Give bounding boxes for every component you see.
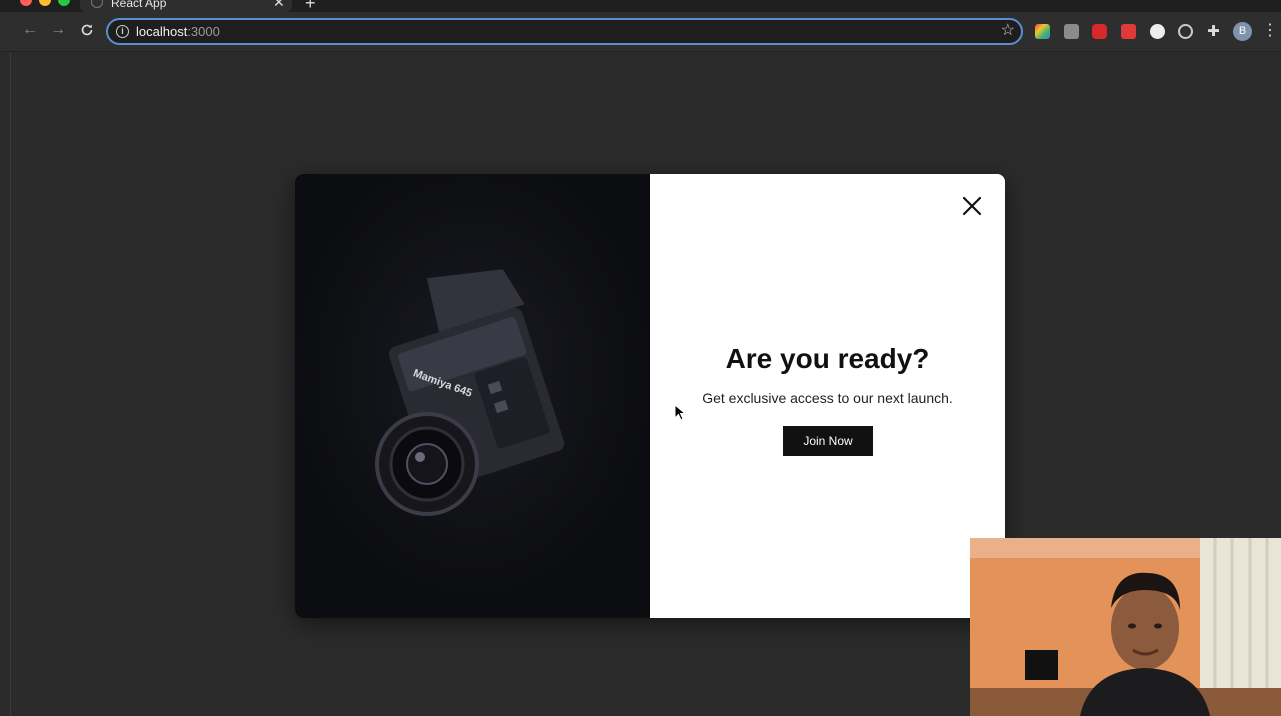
cursor-icon [674,404,686,421]
zoom-window-button[interactable] [58,0,70,6]
tab-title: React App [111,0,167,10]
presenter-video [970,538,1281,716]
page-divider [10,53,11,716]
new-tab-button[interactable]: + [305,0,316,12]
address-bar[interactable]: i localhost:3000 ☆ [106,18,1023,45]
dark-mode-extension-icon[interactable] [1150,24,1165,39]
tab-react-app[interactable]: React App ✕ [80,0,292,12]
puzzle-icon[interactable]: ✚ [1206,24,1221,39]
color-picker-extension-icon[interactable] [1035,24,1050,39]
target-extension-icon[interactable] [1178,24,1193,39]
video-extension-icon[interactable] [1092,24,1107,39]
globe-icon [91,0,103,8]
minimize-window-button[interactable] [39,0,51,6]
modal-body: Are you ready? Get exclusive access to o… [650,174,1005,618]
back-icon[interactable]: ← [19,19,41,41]
camera-image: Mamiya 645 [295,174,650,618]
forward-icon[interactable]: → [47,19,69,41]
signup-modal: Mamiya 645 Are you ready? Get exclusive … [295,174,1005,618]
avatar[interactable]: B [1233,22,1252,41]
browser-toolbar: ← → i localhost:3000 ☆ ✚ B ⋮ [0,12,1281,52]
tab-close-icon[interactable]: ✕ [273,0,285,9]
info-icon[interactable]: i [116,25,129,38]
modal-title: Are you ready? [725,343,930,374]
modal-subtitle: Get exclusive access to our next launch. [702,390,953,406]
menu-icon[interactable]: ⋮ [1262,20,1278,42]
tab-strip: React App ✕ + [0,0,1281,12]
camera-illustration: Mamiya 645 [295,174,650,618]
star-icon[interactable]: ☆ [1001,21,1015,41]
webcam-overlay [970,538,1281,716]
join-now-button[interactable]: Join Now [783,426,873,456]
close-icon[interactable] [960,194,984,218]
url-text: localhost:3000 [136,24,220,39]
reload-icon[interactable] [76,19,98,41]
extension-icon[interactable] [1064,24,1079,39]
clipper-extension-icon[interactable] [1121,24,1136,39]
close-window-button[interactable] [20,0,32,6]
